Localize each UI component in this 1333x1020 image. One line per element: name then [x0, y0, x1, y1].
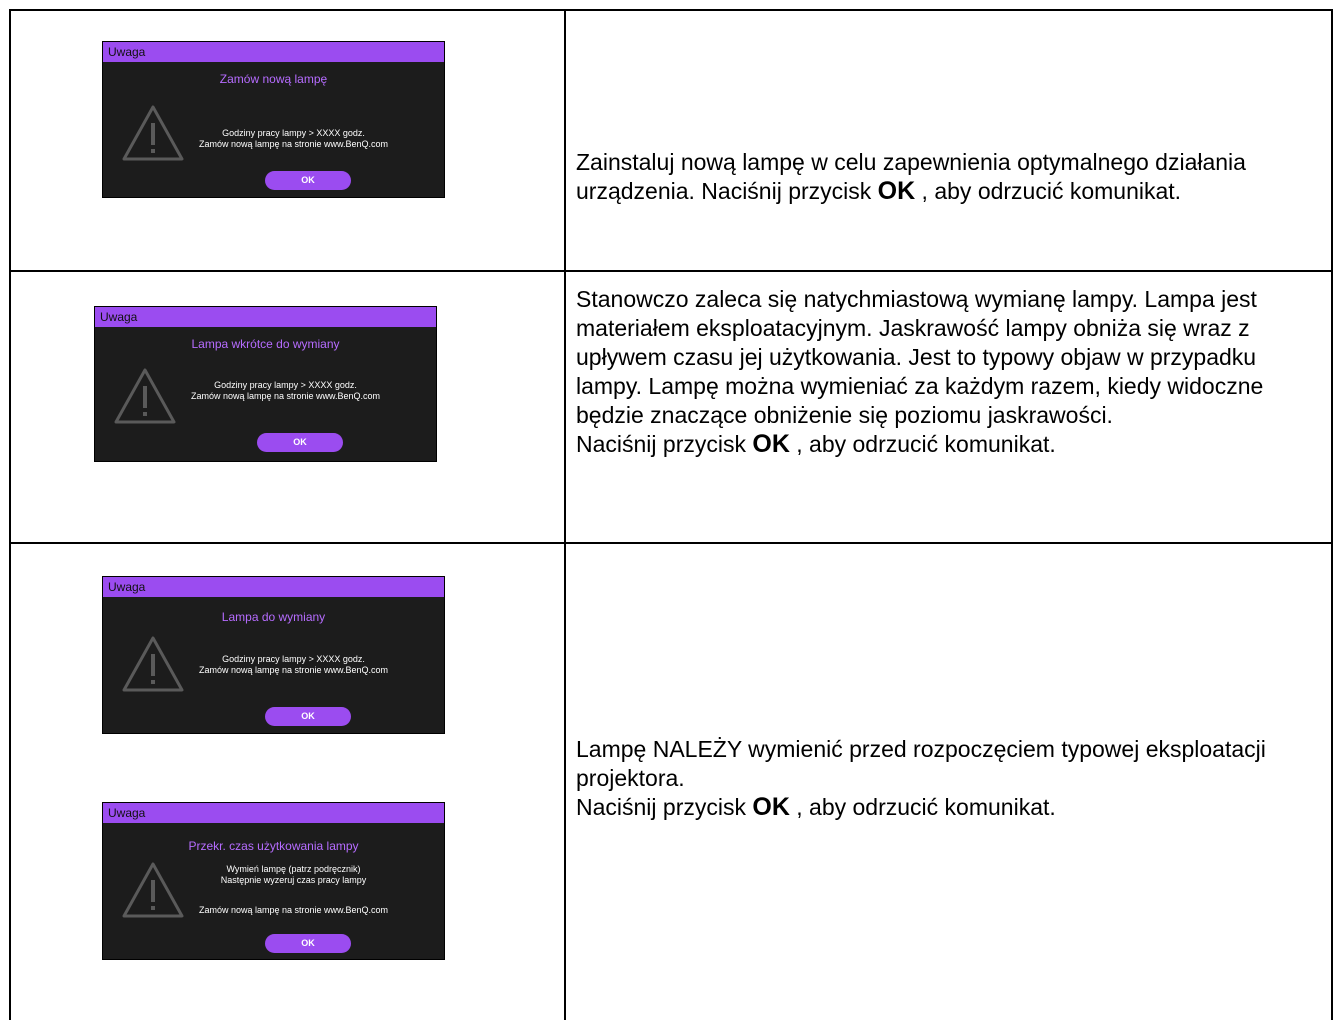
warning-dialog-lamp-soon: Uwaga Lampa wkrótce do wymiany Godziny p… [94, 306, 437, 462]
dialog-header: Uwaga [95, 307, 436, 327]
dialog-text-line: Wymień lampę (patrz podręcznik) [226, 864, 361, 874]
warning-dialog-lamp-overtime: Uwaga Przekr. czas użytkowania lampy Wym… [102, 802, 445, 960]
dialog-text-line: Następnie wyzeruj czas pracy lampy [220, 875, 367, 885]
dialog-header: Uwaga [103, 803, 444, 823]
dialog-text-line: Zamów nową lampę na stronie www.BenQ.com [198, 139, 389, 149]
dialog-text-line: Zamów nową lampę na stronie www.BenQ.com [198, 665, 389, 675]
ok-button[interactable]: OK [265, 707, 351, 726]
table-column-divider [564, 9, 566, 1020]
row-1-description: Zainstaluj nową lampę w celu zapewnienia… [576, 149, 1246, 205]
dialog-text-line: Godziny pracy lampy > XXXX godz. [222, 654, 365, 664]
dialog-title: Lampa wkrótce do wymiany [191, 337, 340, 351]
dialog-title: Zamów nową lampę [219, 72, 328, 86]
row-3-description: Lampę NALEŻY wymienić przed rozpoczęciem… [576, 736, 1266, 821]
table-border-left [9, 9, 11, 1020]
table-row-divider-1 [9, 270, 1333, 272]
dialog-header: Uwaga [103, 577, 444, 597]
row-2-description: Stanowczo zaleca się natychmiastową wymi… [576, 286, 1264, 458]
ok-button[interactable]: OK [265, 171, 351, 190]
table-row-divider-2 [9, 542, 1333, 544]
table-border-top [9, 9, 1333, 11]
warning-dialog-lamp-replace: Uwaga Lampa do wymiany Godziny pracy lam… [102, 576, 445, 734]
dialog-text-line: Zamów nową lampę na stronie www.BenQ.com [190, 391, 381, 401]
dialog-text-line: Godziny pracy lampy > XXXX godz. [214, 380, 357, 390]
dialog-header: Uwaga [103, 42, 444, 62]
warning-dialog-order-lamp: Uwaga Zamów nową lampę Godziny pracy lam… [102, 41, 445, 198]
ok-button[interactable]: OK [257, 433, 343, 452]
dialog-text-line: Godziny pracy lampy > XXXX godz. [222, 128, 365, 138]
dialog-title: Lampa do wymiany [221, 610, 326, 624]
dialog-text-line: Zamów nową lampę na stronie www.BenQ.com [198, 905, 389, 915]
dialog-title: Przekr. czas użytkowania lampy [188, 839, 359, 853]
ok-button[interactable]: OK [265, 934, 351, 953]
